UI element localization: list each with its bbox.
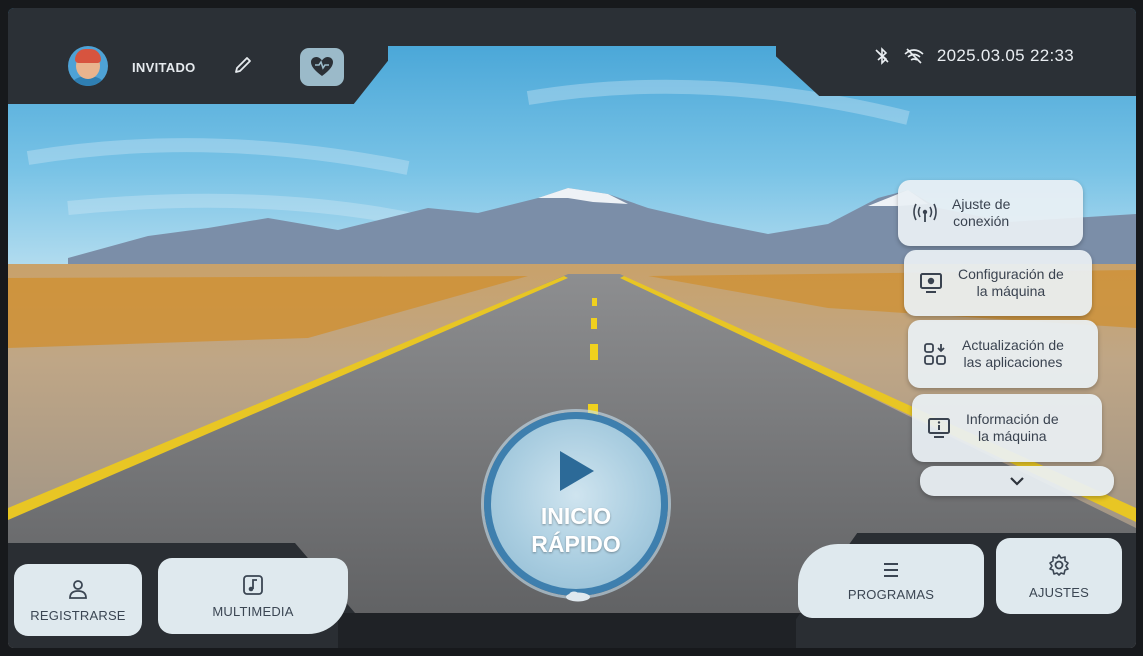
- menu-item-label-line2: conexión: [953, 213, 1010, 229]
- menu-item-app-updates[interactable]: Actualización de las aplicaciones: [908, 320, 1098, 388]
- status-area: 2025.03.05 22:33: [873, 46, 1074, 66]
- menu-item-machine-configuration[interactable]: Configuración de la máquina: [904, 250, 1092, 316]
- menu-more-button[interactable]: [920, 466, 1114, 496]
- menu-item-label-line1: Ajuste de: [952, 196, 1011, 212]
- top-mid-panel: [378, 8, 778, 46]
- quick-start-label-line2: RÁPIDO: [531, 531, 621, 557]
- menu-item-machine-information[interactable]: Información de la máquina: [912, 394, 1102, 462]
- chevron-down-icon: [1010, 477, 1024, 486]
- avatar[interactable]: [68, 46, 108, 86]
- user-name: INVITADO: [132, 60, 196, 75]
- register-button[interactable]: REGISTRARSE: [14, 564, 142, 636]
- person-icon: [69, 579, 87, 599]
- play-icon: [560, 451, 594, 491]
- monitor-info-icon: [922, 417, 956, 439]
- quick-start-label-line1: INICIO: [540, 503, 612, 529]
- music-note-icon: [243, 574, 263, 595]
- menu-item-connection-settings[interactable]: Ajuste de conexión: [898, 180, 1083, 246]
- menu-item-label-line2: las aplicaciones: [963, 354, 1063, 370]
- quick-start-label: INICIO RÁPIDO: [484, 502, 668, 558]
- machine-home-screen: INVITADO 2025.03.05 22:33 Ajuste de conex…: [8, 8, 1136, 648]
- multimedia-button[interactable]: MULTIMEDIA: [158, 558, 348, 634]
- list-icon: [884, 562, 898, 577]
- programs-button[interactable]: PROGRAMAS: [798, 544, 984, 618]
- register-label: REGISTRARSE: [30, 607, 126, 623]
- date-time: 2025.03.05 22:33: [936, 46, 1074, 65]
- programs-label: PROGRAMAS: [847, 586, 935, 602]
- apps-download-icon: [918, 342, 952, 366]
- bluetooth-off-icon: [875, 47, 889, 65]
- bottom-mid-panel: [338, 613, 808, 648]
- settings-button[interactable]: AJUSTES: [996, 538, 1122, 614]
- antenna-icon: [908, 203, 942, 223]
- multimedia-label: MULTIMEDIA: [212, 603, 294, 619]
- menu-item-label-line1: Configuración de: [958, 266, 1064, 282]
- menu-item-label-line1: Información de: [966, 411, 1059, 427]
- heart-rate-button[interactable]: [300, 48, 344, 86]
- menu-item-label-line1: Actualización de: [962, 337, 1064, 353]
- heart-icon: [311, 57, 333, 76]
- menu-item-label-line2: la máquina: [976, 283, 1046, 299]
- pencil-icon[interactable]: [232, 54, 254, 76]
- monitor-gear-icon: [914, 272, 948, 294]
- settings-label: AJUSTES: [1029, 584, 1089, 600]
- gear-icon: [1049, 553, 1069, 576]
- wifi-off-icon: [904, 48, 924, 64]
- menu-item-label-line2: la máquina: [978, 428, 1047, 444]
- cloud-icon: [566, 591, 590, 602]
